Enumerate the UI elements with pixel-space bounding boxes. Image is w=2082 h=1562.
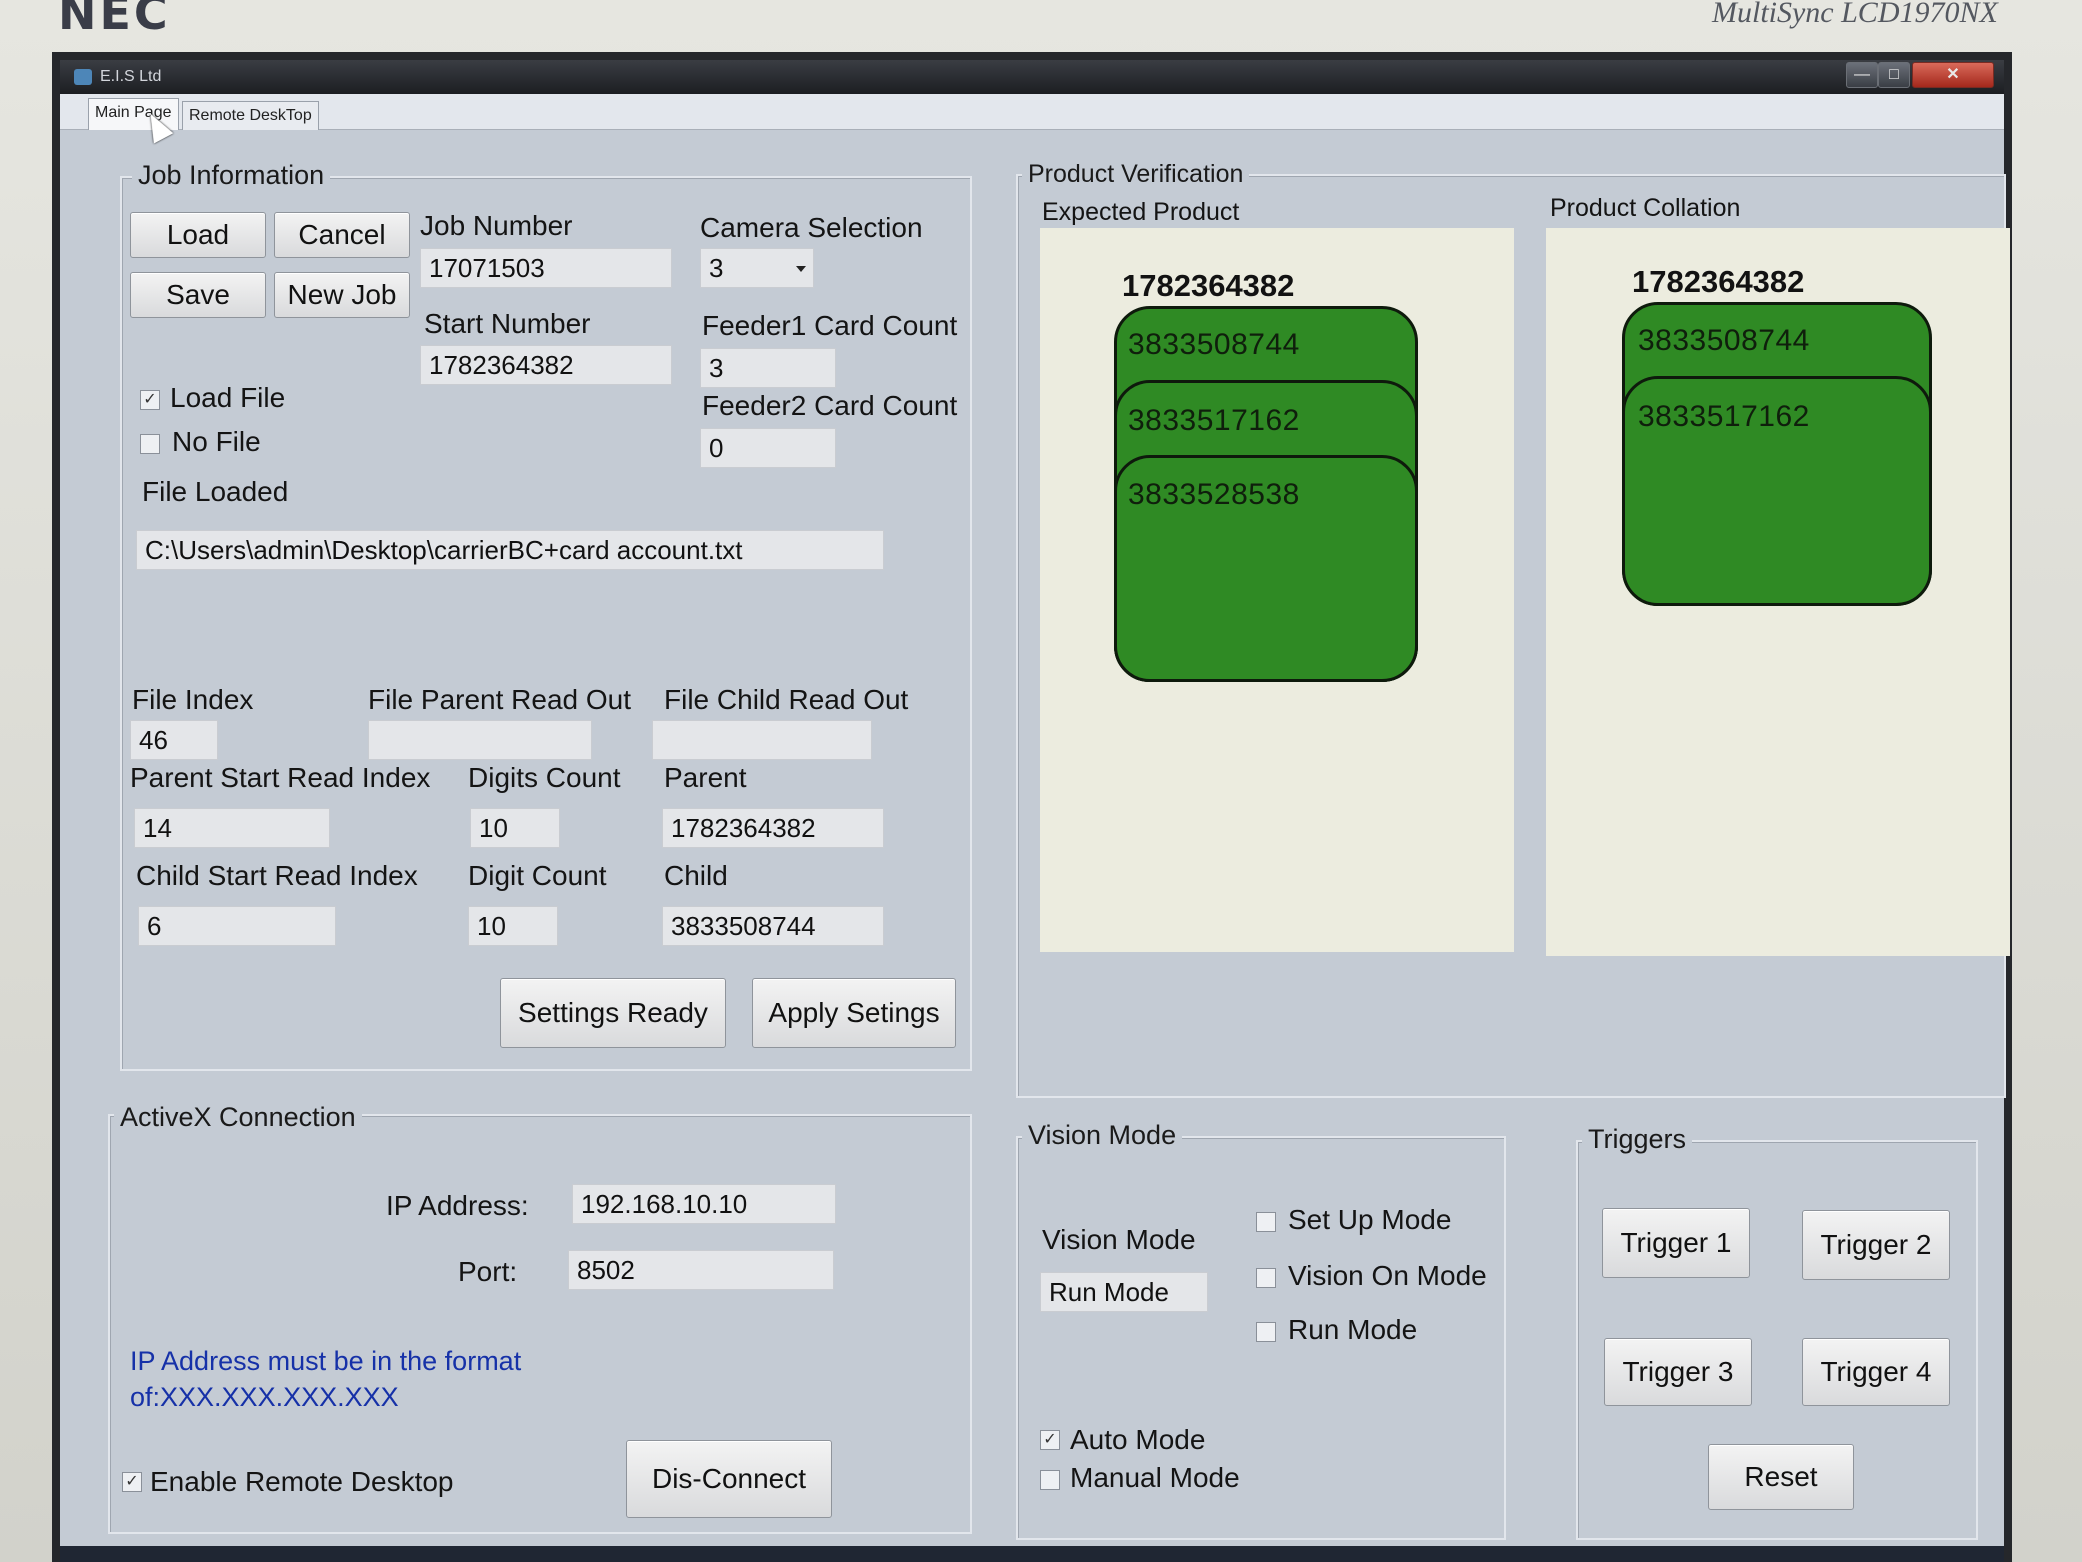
parent-start-read-index-field[interactable]: 14 <box>134 808 330 848</box>
cancel-button[interactable]: Cancel <box>274 212 410 258</box>
file-loaded-label: File Loaded <box>142 476 289 507</box>
enable-remote-desktop-checkbox[interactable]: ✓ <box>122 1472 142 1492</box>
reset-button[interactable]: Reset <box>1708 1444 1854 1510</box>
run-mode-label: Run Mode <box>1288 1314 1418 1345</box>
chevron-down-icon <box>796 266 806 272</box>
trigger-2-button[interactable]: Trigger 2 <box>1802 1210 1950 1280</box>
run-mode-checkbox[interactable] <box>1256 1322 1276 1342</box>
app-icon <box>74 69 92 85</box>
product-collation-label: Product Collation <box>1550 194 1741 222</box>
digits-count-label: Digits Count <box>468 762 621 793</box>
collation-child-1: 3833508744 <box>1638 324 1810 357</box>
camera-selection-value: 3 <box>709 253 724 283</box>
ip-format-hint-line2: of:XXX.XXX.XXX.XXX <box>130 1382 399 1412</box>
new-job-button[interactable]: New Job <box>274 272 410 318</box>
expected-child-1: 3833508744 <box>1128 328 1300 361</box>
vision-on-mode-checkbox[interactable] <box>1256 1268 1276 1288</box>
trigger-1-button[interactable]: Trigger 1 <box>1602 1208 1750 1278</box>
minimize-button[interactable]: — <box>1846 62 1878 88</box>
triggers-legend: Triggers <box>1582 1124 1693 1155</box>
maximize-button[interactable]: □ <box>1878 62 1910 88</box>
child-label: Child <box>664 860 728 891</box>
child-start-read-index-field[interactable]: 6 <box>138 906 336 946</box>
digit-count-field[interactable]: 10 <box>468 906 558 946</box>
expected-child-3: 3833528538 <box>1128 478 1300 511</box>
start-number-field[interactable]: 1782364382 <box>420 345 672 385</box>
vision-mode-label: Vision Mode <box>1042 1224 1196 1255</box>
load-file-checkbox[interactable]: ✓ <box>140 390 160 410</box>
trigger-4-button[interactable]: Trigger 4 <box>1802 1338 1950 1406</box>
job-number-field[interactable]: 17071503 <box>420 248 672 288</box>
manual-mode-checkbox[interactable] <box>1040 1470 1060 1490</box>
digits-count-field[interactable]: 10 <box>470 808 560 848</box>
trigger-3-button[interactable]: Trigger 3 <box>1604 1338 1752 1406</box>
camera-selection-label: Camera Selection <box>700 212 923 243</box>
window-titlebar <box>60 60 2004 94</box>
ip-address-label: IP Address: <box>386 1190 529 1221</box>
no-file-label: No File <box>172 426 261 457</box>
feeder2-card-count-label: Feeder2 Card Count <box>702 390 958 421</box>
file-index-field[interactable]: 46 <box>130 720 218 760</box>
expected-product-label: Expected Product <box>1042 198 1240 226</box>
no-file-checkbox[interactable] <box>140 434 160 454</box>
digit-count-label: Digit Count <box>468 860 607 891</box>
file-child-read-out-label: File Child Read Out <box>664 684 909 715</box>
job-information-legend: Job Information <box>132 160 331 191</box>
auto-mode-label: Auto Mode <box>1070 1424 1206 1455</box>
child-field[interactable]: 3833508744 <box>662 906 884 946</box>
tab-strip <box>60 94 2004 130</box>
enable-remote-desktop-label: Enable Remote Desktop <box>150 1466 454 1497</box>
parent-label: Parent <box>664 762 747 793</box>
port-label: Port: <box>458 1256 518 1287</box>
file-child-read-out-field[interactable] <box>652 720 872 760</box>
feeder1-card-count-field[interactable]: 3 <box>700 348 836 388</box>
save-button[interactable]: Save <box>130 272 266 318</box>
load-file-label: Load File <box>170 382 286 413</box>
file-parent-read-out-field[interactable] <box>368 720 592 760</box>
file-index-label: File Index <box>132 684 254 715</box>
parent-field[interactable]: 1782364382 <box>662 808 884 848</box>
vision-mode-field[interactable]: Run Mode <box>1040 1272 1208 1312</box>
window-title: E.I.S Ltd <box>100 68 162 85</box>
vision-mode-legend: Vision Mode <box>1022 1120 1183 1151</box>
set-up-mode-label: Set Up Mode <box>1288 1204 1452 1235</box>
activex-connection-legend: ActiveX Connection <box>114 1102 362 1133</box>
expected-child-2: 3833517162 <box>1128 404 1300 437</box>
monitor-model: MultiSync LCD1970NX <box>1712 0 1998 29</box>
apply-settings-button[interactable]: Apply Setings <box>752 978 956 1048</box>
collation-child-2: 3833517162 <box>1638 400 1810 433</box>
taskbar <box>60 1546 2004 1562</box>
close-button[interactable]: ✕ <box>1912 62 1994 88</box>
manual-mode-label: Manual Mode <box>1070 1462 1240 1493</box>
start-number-label: Start Number <box>424 308 591 339</box>
load-button[interactable]: Load <box>130 212 266 258</box>
file-loaded-field[interactable]: C:\Users\admin\Desktop\carrierBC+card ac… <box>136 530 884 570</box>
expected-parent-number: 1782364382 <box>1122 268 1295 303</box>
tab-remote-desktop[interactable]: Remote DeskTop <box>182 101 319 130</box>
settings-ready-button[interactable]: Settings Ready <box>500 978 726 1048</box>
feeder1-card-count-label: Feeder1 Card Count <box>702 310 958 341</box>
ip-address-field[interactable]: 192.168.10.10 <box>572 1184 836 1224</box>
monitor-brand: NEC <box>58 0 171 40</box>
vision-on-mode-label: Vision On Mode <box>1288 1260 1487 1291</box>
child-start-read-index-label: Child Start Read Index <box>136 860 418 891</box>
port-field[interactable]: 8502 <box>568 1250 834 1290</box>
disconnect-button[interactable]: Dis-Connect <box>626 1440 832 1518</box>
ip-format-hint-line1: IP Address must be in the format <box>130 1346 522 1376</box>
product-verification-legend: Product Verification <box>1022 160 1250 189</box>
set-up-mode-checkbox[interactable] <box>1256 1212 1276 1232</box>
collation-parent-number: 1782364382 <box>1632 264 1805 299</box>
file-parent-read-out-label: File Parent Read Out <box>368 684 632 715</box>
feeder2-card-count-field[interactable]: 0 <box>700 428 836 468</box>
parent-start-read-index-label: Parent Start Read Index <box>130 762 431 793</box>
auto-mode-checkbox[interactable]: ✓ <box>1040 1430 1060 1450</box>
job-number-label: Job Number <box>420 210 573 241</box>
